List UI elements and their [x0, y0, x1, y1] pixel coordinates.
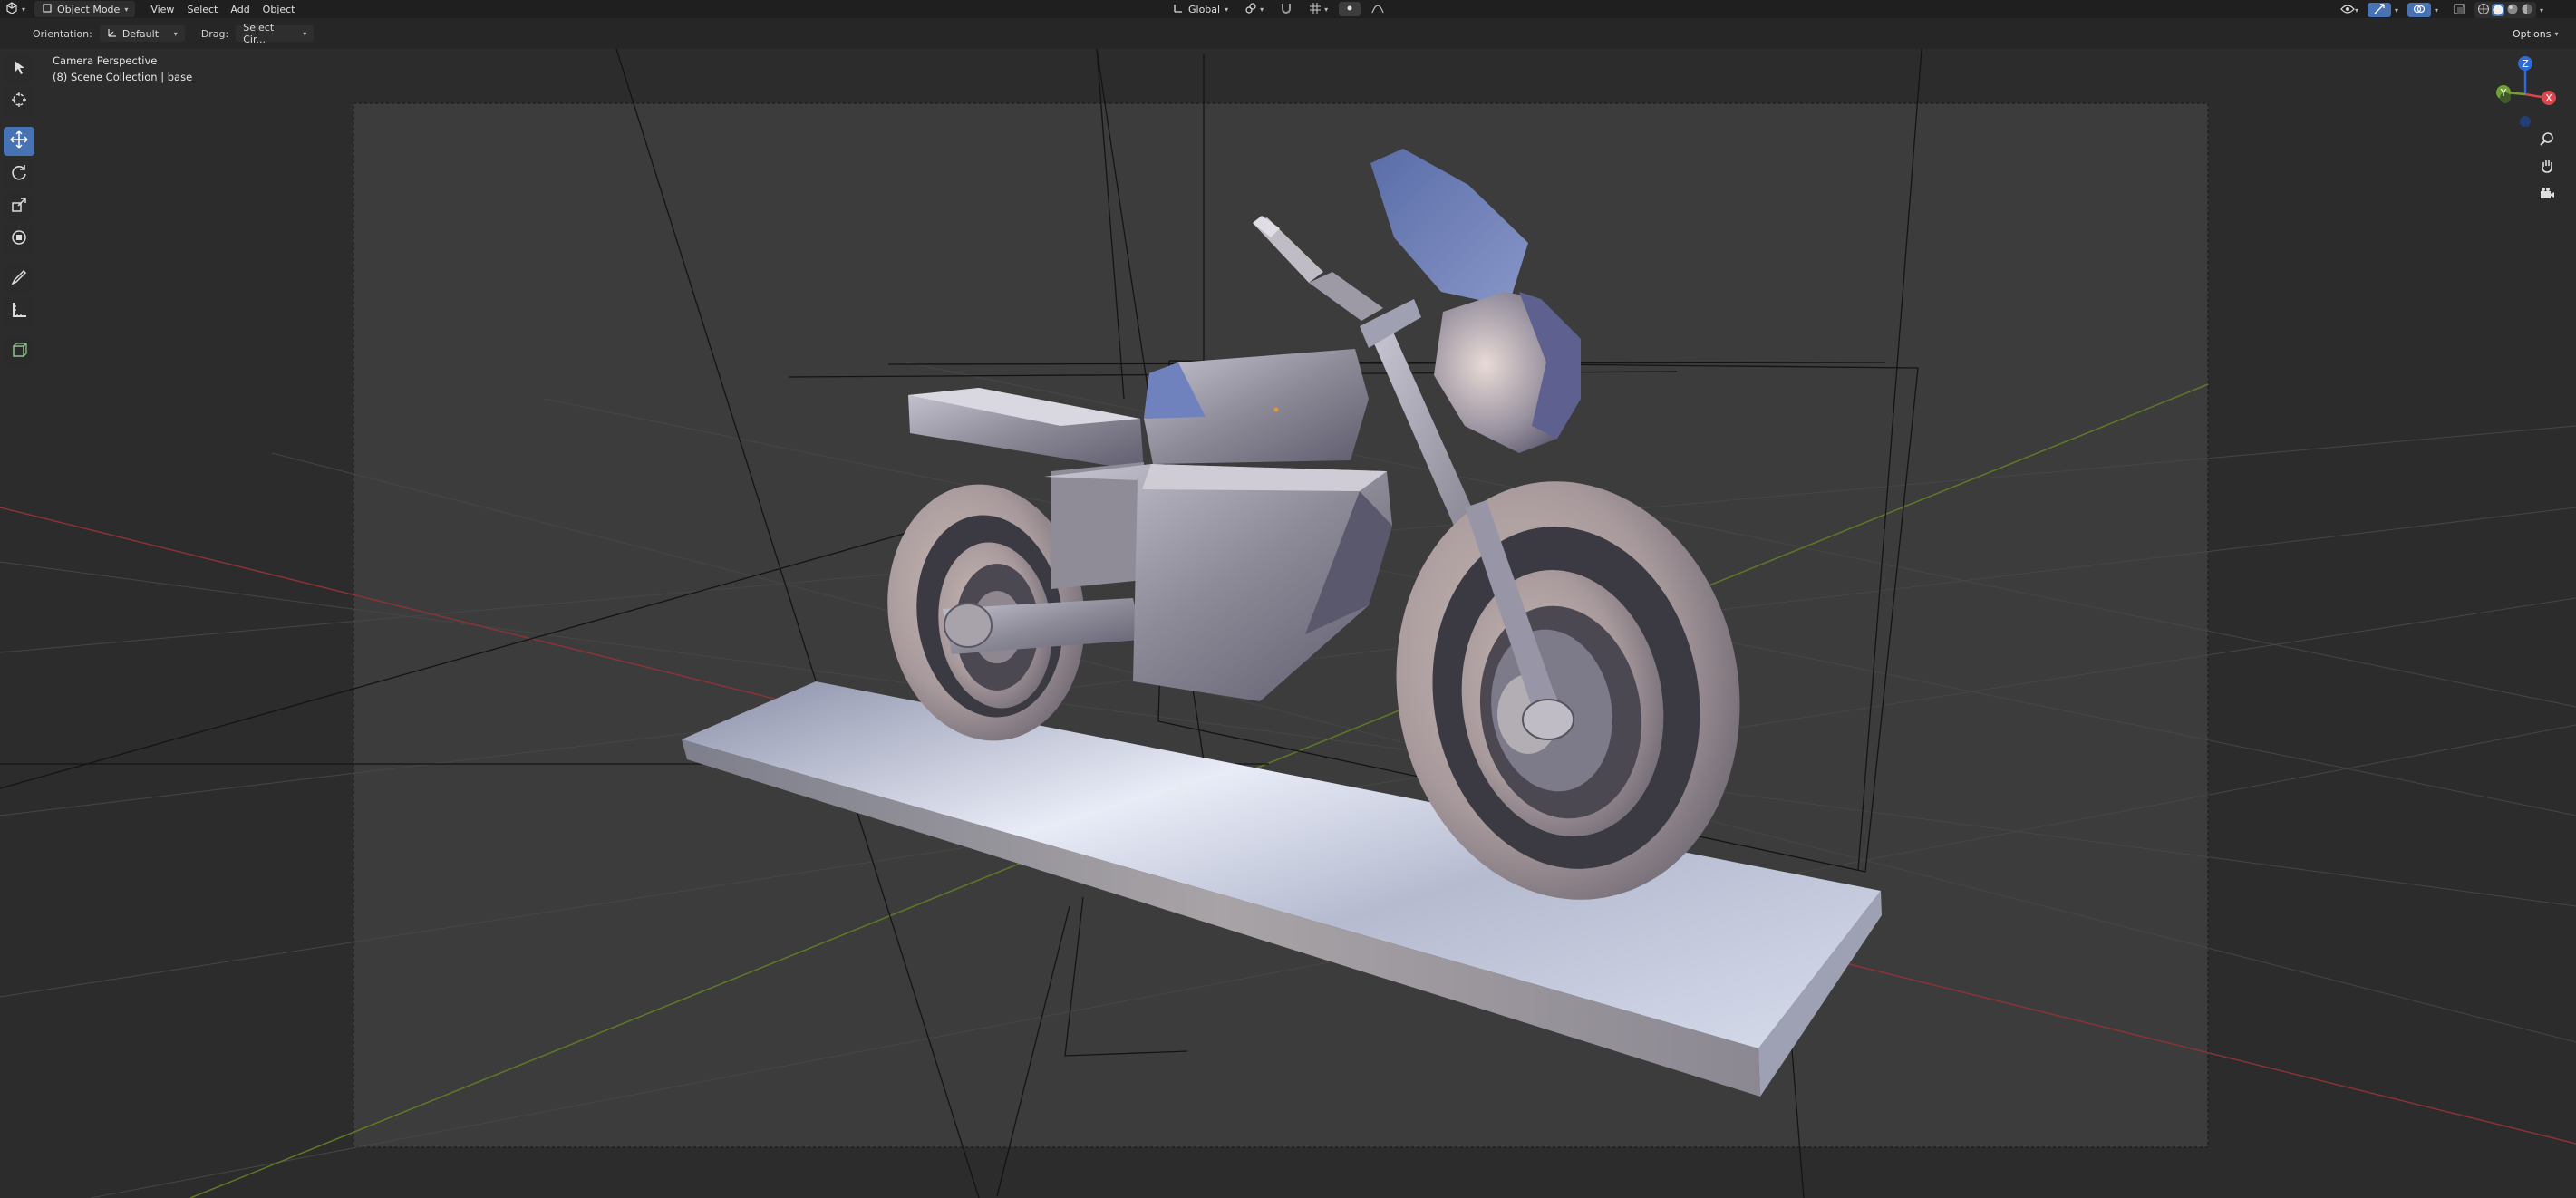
- tool-transform[interactable]: [4, 225, 34, 254]
- magnet-icon: [1280, 2, 1293, 17]
- navigation-gizmo[interactable]: Z X Y: [2484, 53, 2567, 134]
- transform-icon: [9, 227, 29, 251]
- chevron-down-icon: ▾: [2355, 5, 2359, 14]
- orientation-label: Orientation:: [33, 27, 92, 40]
- falloff-dropdown[interactable]: [1366, 2, 1390, 16]
- tool-settings-bar: Orientation: Default ▾ Drag: Select Cir.…: [0, 18, 2576, 50]
- toolbar: [4, 54, 34, 370]
- orientation-axes-icon: [1173, 3, 1184, 16]
- transform-orientation-dropdown[interactable]: Global ▾: [1167, 2, 1234, 16]
- visibility-dropdown[interactable]: ▾: [2335, 3, 2364, 17]
- options-label: Options: [2513, 27, 2552, 40]
- menu-object[interactable]: Object: [257, 2, 302, 16]
- add-cube-icon: [9, 340, 29, 363]
- camera-icon: [2539, 185, 2555, 205]
- view-name: Camera Perspective: [53, 54, 158, 67]
- chevron-down-icon[interactable]: ▾: [2540, 6, 2543, 14]
- gizmo-z-label: Z: [2522, 58, 2529, 70]
- viewport-scene[interactable]: [0, 49, 2576, 1198]
- drag-value: Select Cir...: [243, 22, 275, 45]
- header-bar: ▾ Object Mode ▾ View Select Add Object G…: [0, 0, 2576, 18]
- menu-select[interactable]: Select: [180, 2, 224, 16]
- chevron-down-icon: ▾: [124, 5, 129, 14]
- gizmo-y-label: Y: [2500, 87, 2507, 99]
- tool-annotate[interactable]: [4, 265, 34, 294]
- falloff-curve-icon: [1371, 2, 1384, 17]
- chevron-down-icon: ▾: [1324, 5, 1329, 14]
- chevron-down-icon: ▾: [1260, 5, 1264, 14]
- pan-button[interactable]: [2534, 156, 2560, 179]
- snap-target-dropdown[interactable]: ▾: [1303, 2, 1333, 16]
- measure-icon: [9, 300, 29, 324]
- gizmo-x-label: X: [2545, 92, 2552, 104]
- move-icon: [9, 130, 29, 153]
- tool-cursor[interactable]: [4, 87, 34, 116]
- tool-rotate[interactable]: [4, 159, 34, 188]
- menu-view[interactable]: View: [144, 2, 180, 16]
- overlay-circles-icon: [2413, 3, 2426, 18]
- options-button[interactable]: Options ▾: [2507, 26, 2563, 41]
- drag-label: Drag:: [200, 27, 229, 40]
- menu-add[interactable]: Add: [224, 2, 256, 16]
- annotate-icon: [9, 267, 29, 291]
- orientation-value: Default: [121, 27, 160, 40]
- hand-icon: [2539, 158, 2555, 178]
- chevron-down-icon: ▾: [173, 29, 178, 38]
- overlays-toggle[interactable]: [2407, 3, 2432, 18]
- solid-shading-icon[interactable]: [2492, 4, 2505, 16]
- rotate-icon: [9, 162, 29, 186]
- chevron-down-icon: ▾: [22, 5, 26, 14]
- orientation-axes-icon: [107, 27, 118, 41]
- pivot-point-dropdown[interactable]: ▾: [1239, 2, 1269, 16]
- collection-info: (8) Scene Collection | base: [53, 71, 193, 83]
- cursor-icon: [9, 90, 29, 113]
- mode-label: Object Mode: [57, 3, 121, 15]
- xray-icon: [2453, 3, 2465, 18]
- snap-grid-icon: [1309, 2, 1322, 17]
- select-box-icon: [9, 57, 29, 81]
- material-shading-icon[interactable]: [2506, 3, 2519, 18]
- magnifier-icon: [2539, 130, 2555, 150]
- tool-measure[interactable]: [4, 297, 34, 326]
- tool-move[interactable]: [4, 127, 34, 156]
- snap-toggle[interactable]: [1274, 2, 1298, 16]
- mode-dropdown[interactable]: Object Mode ▾: [34, 1, 136, 17]
- chevron-down-icon: ▾: [1225, 5, 1229, 14]
- chevron-down-icon: ▾: [303, 29, 307, 38]
- tool-scale[interactable]: [4, 192, 34, 221]
- object-origin-dot: [1273, 407, 1279, 412]
- pivot-icon: [1244, 2, 1257, 17]
- chevron-down-icon[interactable]: ▾: [2395, 6, 2398, 14]
- wireframe-shading-icon[interactable]: [2477, 3, 2490, 18]
- side-panel: [1051, 462, 1144, 589]
- proportional-edit-icon: [1344, 3, 1355, 16]
- camera-view-button[interactable]: [2534, 183, 2560, 207]
- drag-dropdown[interactable]: Select Cir... ▾: [236, 22, 315, 45]
- editor-type-button[interactable]: ▾: [0, 1, 31, 17]
- tool-add-cube[interactable]: [4, 337, 34, 366]
- object-mode-icon: [42, 3, 53, 16]
- 3d-viewport[interactable]: [0, 49, 2576, 1198]
- gizmo-arrows-icon: [2373, 3, 2386, 18]
- proportional-edit-toggle[interactable]: [1339, 2, 1361, 16]
- chevron-down-icon: ▾: [2554, 29, 2559, 38]
- gizmo-toggle[interactable]: [2368, 3, 2392, 18]
- zoom-button[interactable]: [2534, 129, 2560, 152]
- viewport-info: Camera Perspective (8) Scene Collection …: [53, 53, 192, 85]
- eye-icon: [2340, 4, 2355, 17]
- cube-editor-icon: [5, 1, 18, 17]
- rendered-shading-icon[interactable]: [2521, 3, 2533, 18]
- orientation-dropdown[interactable]: Default ▾: [99, 25, 185, 42]
- transform-space-label: Global: [1188, 3, 1221, 15]
- xray-toggle[interactable]: [2447, 3, 2471, 17]
- chevron-down-icon[interactable]: ▾: [2435, 6, 2438, 14]
- tool-select-box[interactable]: [4, 54, 34, 83]
- scale-icon: [9, 195, 29, 218]
